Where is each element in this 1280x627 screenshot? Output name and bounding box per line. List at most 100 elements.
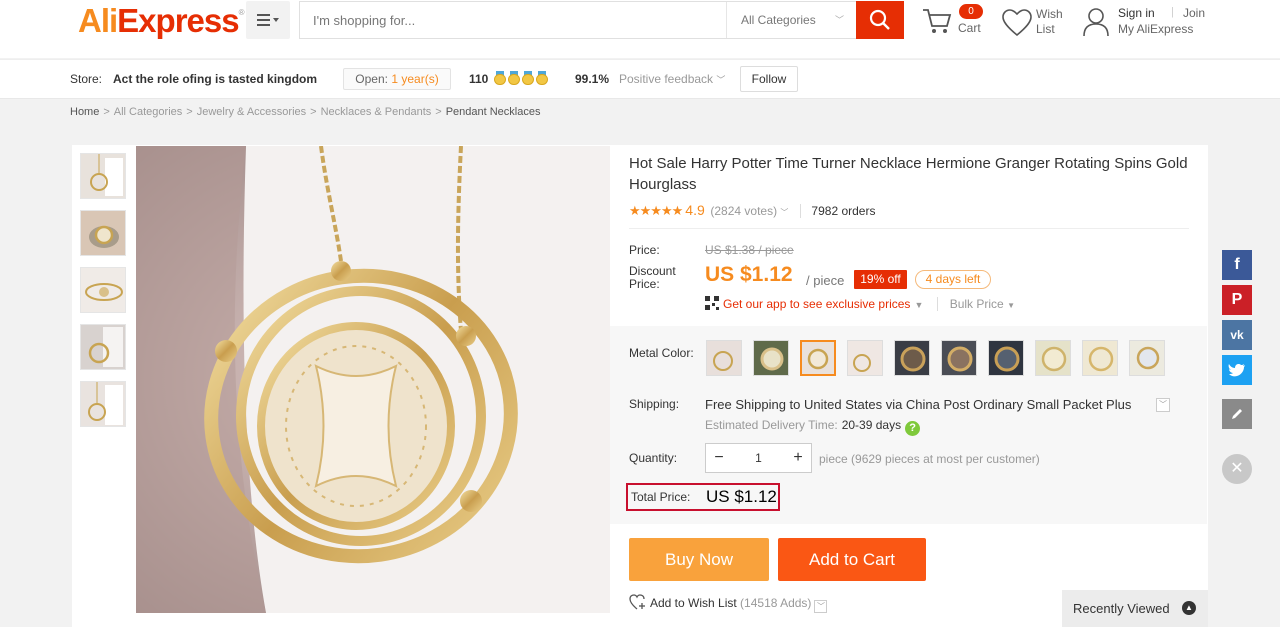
category-menu-button[interactable] — [246, 1, 290, 39]
sign-in-link[interactable]: Sign in — [1118, 6, 1155, 20]
order-count: 7982 orders — [800, 204, 876, 218]
recently-viewed-tab[interactable]: Recently Viewed ▲ — [1062, 590, 1208, 627]
pinterest-share-icon[interactable]: P — [1222, 285, 1252, 315]
vk-share-icon[interactable]: vk — [1222, 320, 1252, 350]
store-score: 110 — [469, 72, 489, 86]
color-swatch[interactable] — [941, 340, 977, 376]
per-piece-label: / piece — [806, 273, 845, 288]
medal-icon — [508, 71, 520, 85]
color-swatch[interactable] — [1035, 340, 1071, 376]
my-aliexpress-link[interactable]: My AliExpress — [1118, 22, 1193, 36]
chevron-down-icon[interactable]: ﹀ — [814, 600, 828, 613]
bulk-price-dropdown[interactable]: Bulk Price ▼ — [936, 297, 1015, 311]
color-swatch-selected[interactable] — [800, 340, 836, 376]
product-main-image[interactable] — [136, 146, 610, 613]
facebook-share-icon[interactable]: f — [1222, 250, 1252, 280]
quantity-note: piece (9629 pieces at most per customer) — [819, 452, 1040, 466]
quantity-stepper: − 1 + — [705, 443, 812, 473]
total-price-box: Total Price: US $1.12 — [626, 483, 780, 511]
color-swatch[interactable] — [988, 340, 1024, 376]
store-open-duration: Open: 1 year(s) — [343, 68, 451, 90]
rating-value: 4.9 — [685, 202, 705, 218]
account-menu[interactable]: Sign in | Join My AliExpress — [1083, 5, 1213, 39]
quantity-input[interactable]: 1 — [732, 444, 785, 472]
votes-dropdown[interactable]: (2824 votes) ﹀ — [710, 204, 788, 218]
decrement-button[interactable]: − — [706, 444, 732, 472]
product-thumbnail[interactable] — [80, 153, 126, 199]
breadcrumb-jewelry[interactable]: Jewelry & Accessories — [197, 106, 306, 118]
total-price-label: Total Price: — [631, 490, 691, 504]
store-label: Store: — [70, 72, 103, 86]
search-button[interactable] — [856, 1, 904, 39]
medal-icon — [522, 71, 534, 85]
chevron-down-icon: ﹀ — [780, 208, 789, 217]
quantity-label: Quantity: — [629, 451, 678, 465]
chevron-up-icon: ▲ — [1182, 601, 1196, 615]
product-title: Hot Sale Harry Potter Time Turner Neckla… — [629, 155, 1188, 193]
add-to-wish-list-link[interactable]: Add to Wish List (14518 Adds) ﹀ — [629, 594, 828, 613]
app-exclusive-prices-link[interactable]: Get our app to see exclusive prices — [723, 297, 910, 311]
shipping-method[interactable]: Free Shipping to United States via China… — [705, 397, 1131, 412]
metal-color-label: Metal Color: — [629, 346, 694, 360]
app-promo-row: Get our app to see exclusive prices ▼ Bul… — [705, 296, 1015, 311]
aliexpress-logo[interactable]: AliExpress® — [78, 2, 244, 40]
discount-price: US $1.12 — [705, 263, 793, 286]
color-swatch[interactable] — [894, 340, 930, 376]
increment-button[interactable]: + — [785, 444, 811, 472]
category-select[interactable]: All Categories ﹀ — [726, 2, 856, 38]
store-bar: Store: Act the role ofing is tasted king… — [0, 59, 1280, 99]
color-swatch[interactable] — [1129, 340, 1165, 376]
color-swatch[interactable] — [847, 340, 883, 376]
heart-plus-icon — [629, 594, 645, 610]
medal-icon — [494, 71, 506, 85]
store-name[interactable]: Act the role ofing is tasted kingdom — [113, 72, 317, 86]
product-thumbnail[interactable] — [80, 210, 126, 256]
search-bar: All Categories﹀ — [299, 1, 857, 39]
search-icon — [869, 9, 890, 30]
breadcrumb-home[interactable]: Home — [70, 106, 99, 118]
cart-link[interactable]: 0 Cart — [921, 4, 991, 40]
site-header: AliExpress® All Categories﹀ 0 Cart Wish … — [0, 0, 1280, 58]
edit-pencil-icon[interactable] — [1222, 399, 1252, 429]
chevron-down-icon[interactable]: ﹀ — [1156, 398, 1170, 412]
cart-label: Cart — [958, 21, 981, 35]
color-swatch[interactable] — [1082, 340, 1118, 376]
breadcrumb-necklaces[interactable]: Necklaces & Pendants — [321, 106, 432, 118]
metal-color-swatches — [706, 340, 1165, 376]
user-icon — [1083, 8, 1109, 37]
close-icon[interactable]: ✕ — [1222, 454, 1252, 484]
medal-icon — [536, 71, 548, 85]
caret-down-icon: ▼ — [914, 300, 924, 310]
chevron-down-icon: ﹀ — [834, 15, 844, 25]
add-to-cart-button[interactable]: Add to Cart — [778, 538, 926, 581]
wish-list-link[interactable]: Wish List — [1002, 6, 1072, 40]
menu-icon — [257, 14, 279, 26]
color-swatch[interactable] — [706, 340, 742, 376]
breadcrumb: Home > All Categories > Jewelry & Accessorie… — [70, 106, 541, 118]
product-thumbnail[interactable] — [80, 267, 126, 313]
chevron-down-icon: ﹀ — [716, 75, 726, 85]
shipping-label: Shipping: — [629, 397, 680, 411]
feedback-percentage: 99.1% — [575, 72, 610, 86]
help-icon[interactable]: ? — [905, 421, 921, 436]
product-thumbnail[interactable] — [80, 381, 126, 427]
breadcrumb-current[interactable]: Pendant Necklaces — [446, 106, 541, 118]
star-rating-icon: ★★★★★ — [629, 203, 683, 218]
color-swatch[interactable] — [753, 340, 789, 376]
breadcrumb-all-categories[interactable]: All Categories — [114, 106, 182, 118]
thumbnail-list — [80, 153, 128, 438]
follow-button[interactable]: Follow — [740, 66, 798, 92]
twitter-share-icon[interactable] — [1222, 355, 1252, 385]
buy-now-button[interactable]: Buy Now — [629, 538, 769, 581]
store-medals — [494, 71, 548, 85]
discount-percent-badge: 19% off — [854, 270, 907, 289]
delivery-estimate: Estimated Delivery Time: 20-39 days? — [705, 418, 921, 436]
heart-icon — [1002, 9, 1032, 37]
join-link[interactable]: Join — [1183, 6, 1205, 20]
qr-code-icon — [705, 296, 719, 310]
positive-feedback-dropdown[interactable]: Positive feedback ﹀ — [619, 72, 725, 86]
search-input[interactable] — [300, 2, 725, 38]
cart-count-badge: 0 — [959, 4, 983, 19]
days-left-badge: 4 days left — [915, 270, 991, 289]
product-thumbnail[interactable] — [80, 324, 126, 370]
